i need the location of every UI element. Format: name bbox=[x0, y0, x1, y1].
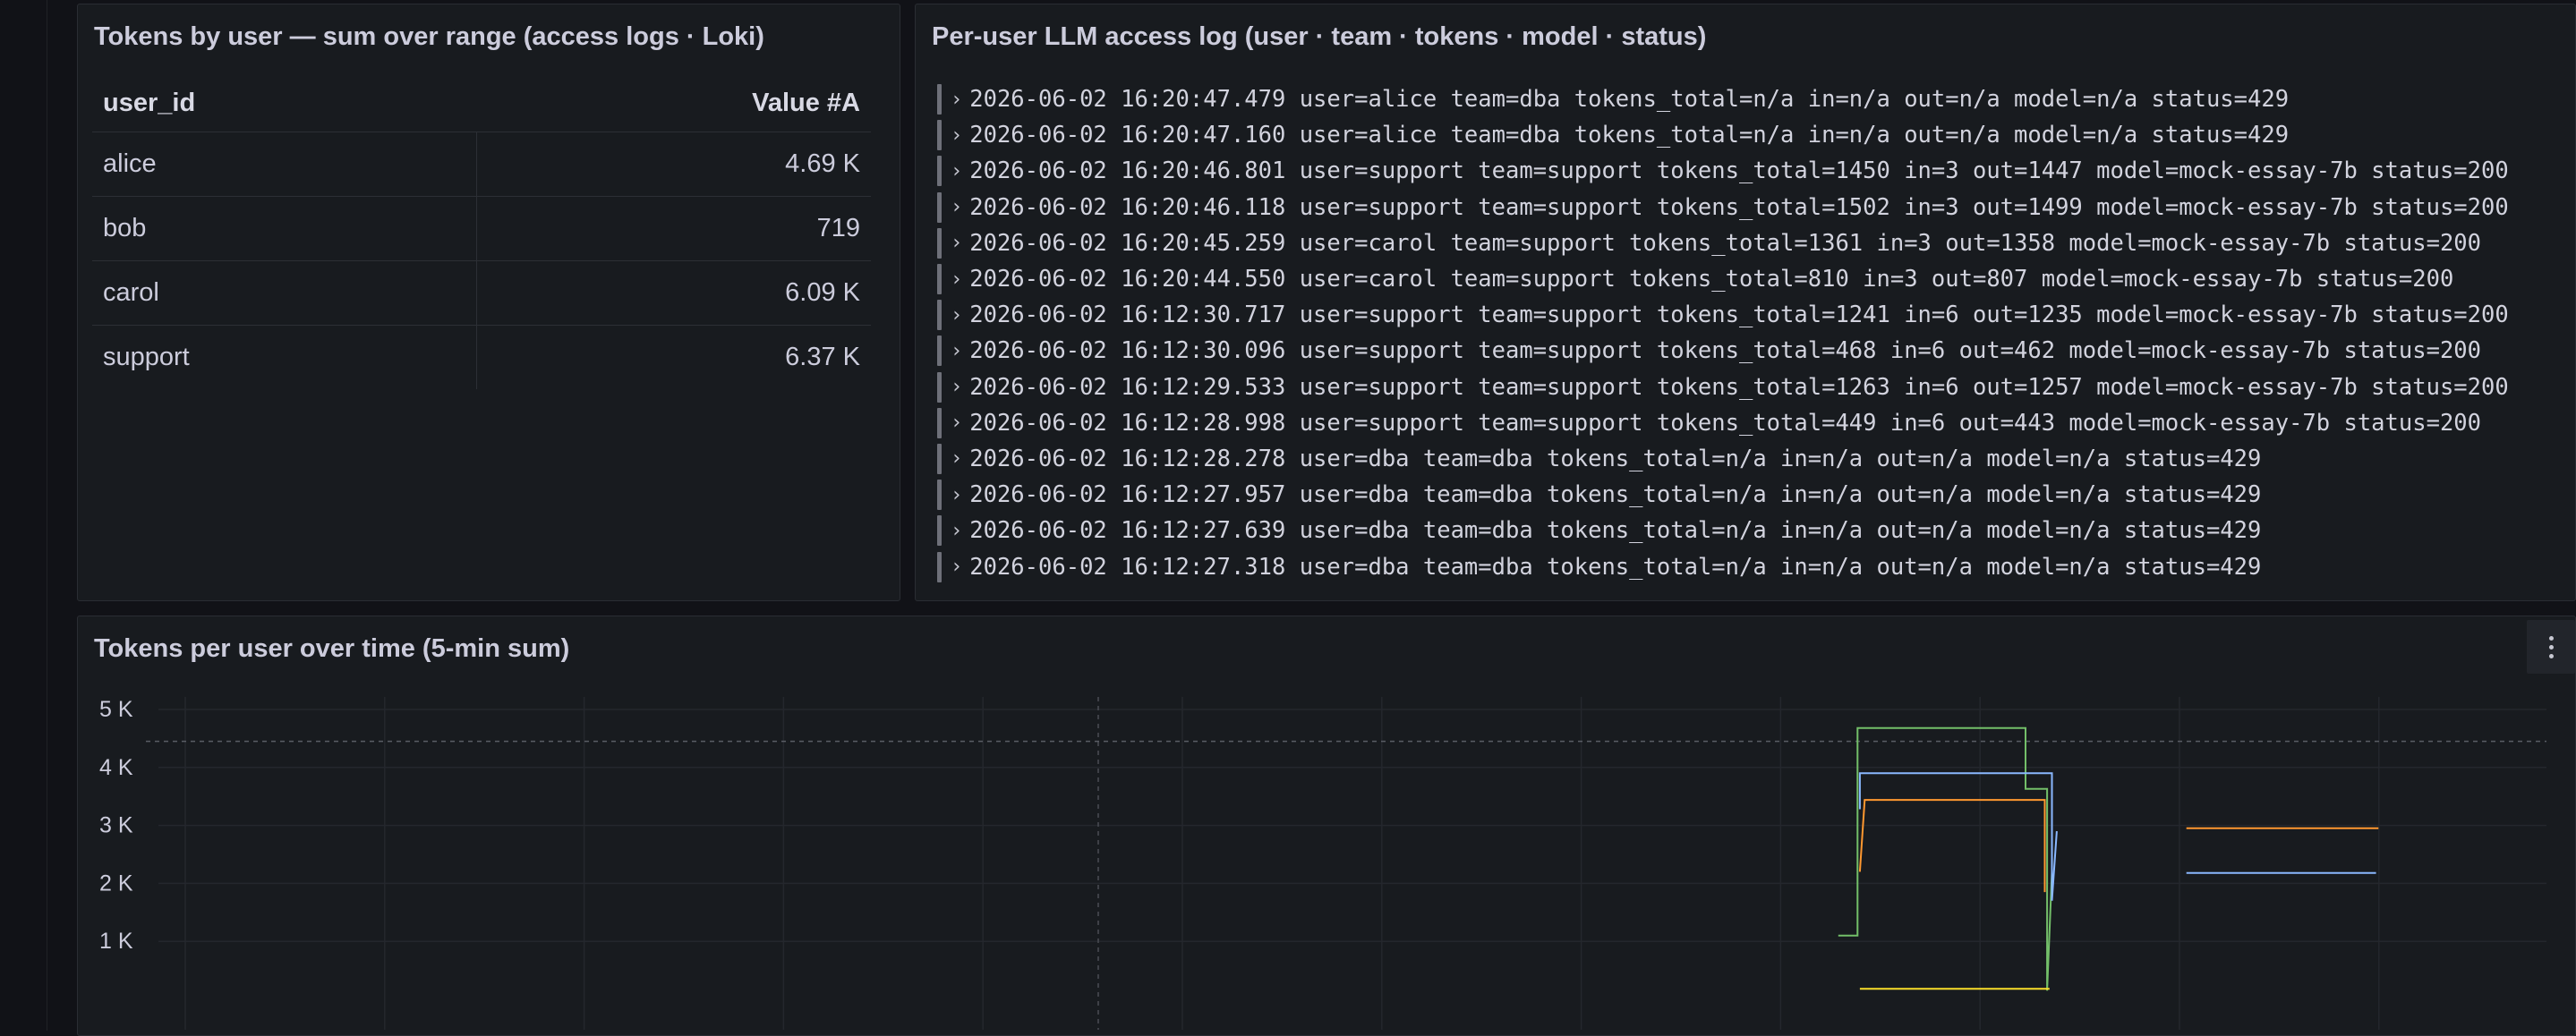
log-line[interactable]: › 2026-06-02 16:20:46.118 user=support te… bbox=[937, 190, 2509, 225]
table-row: bob 719 bbox=[92, 197, 871, 261]
table-row: carol 6.09 K bbox=[92, 261, 871, 326]
log-level-bar bbox=[937, 264, 942, 295]
time-series-chart[interactable]: 5 K 4 K 3 K 2 K 1 K bbox=[78, 616, 2575, 1030]
log-line[interactable]: › 2026-06-02 16:12:27.957 user=dba team=d… bbox=[937, 477, 2509, 513]
log-line-text: 2026-06-02 16:20:47.160 user=alice team=… bbox=[969, 122, 2290, 149]
log-line-text: 2026-06-02 16:12:30.096 user=support tea… bbox=[969, 337, 2482, 365]
column-header-user-id[interactable]: user_id bbox=[92, 89, 488, 118]
cell-value: 6.09 K bbox=[785, 278, 860, 307]
log-level-bar bbox=[937, 551, 942, 582]
log-line[interactable]: › 2026-06-02 16:20:44.550 user=carol team… bbox=[937, 261, 2509, 297]
log-line-text: 2026-06-02 16:12:30.717 user=support tea… bbox=[969, 301, 2509, 329]
cell-user: bob bbox=[92, 197, 477, 260]
log-line[interactable]: › 2026-06-02 16:12:27.639 user=dba team=d… bbox=[937, 513, 2509, 548]
log-level-bar bbox=[937, 300, 942, 331]
log-level-bar bbox=[937, 443, 942, 474]
access-log-panel: Per-user LLM access log (user · team · t… bbox=[915, 4, 2576, 601]
log-line[interactable]: › 2026-06-02 16:20:47.479 user=alice team… bbox=[937, 81, 2509, 117]
panel-title: Per-user LLM access log (user · team · t… bbox=[932, 22, 1707, 51]
cell-user: alice bbox=[92, 132, 477, 196]
log-line[interactable]: › 2026-06-02 16:12:28.278 user=dba team=d… bbox=[937, 441, 2509, 477]
log-line[interactable]: › 2026-06-02 16:12:30.717 user=support te… bbox=[937, 297, 2509, 333]
chevron-right-icon[interactable]: › bbox=[951, 89, 962, 111]
log-line-text: 2026-06-02 16:20:46.118 user=support tea… bbox=[969, 193, 2509, 221]
chevron-right-icon[interactable]: › bbox=[951, 447, 962, 470]
log-line-text: 2026-06-02 16:12:27.957 user=dba team=db… bbox=[969, 481, 2262, 509]
log-level-bar bbox=[937, 335, 942, 367]
chevron-right-icon[interactable]: › bbox=[951, 376, 962, 398]
log-level-bar bbox=[937, 371, 942, 403]
log-line[interactable]: › 2026-06-02 16:12:27.318 user=dba team=d… bbox=[937, 548, 2509, 584]
log-level-bar bbox=[937, 120, 942, 151]
log-level-bar bbox=[937, 84, 942, 115]
chevron-right-icon[interactable]: › bbox=[951, 412, 962, 434]
tokens-table: user_id Value #A alice 4.69 K bob 719 ca… bbox=[92, 74, 871, 389]
log-line[interactable]: › 2026-06-02 16:12:28.998 user=support te… bbox=[937, 405, 2509, 441]
log-line-text: 2026-06-02 16:12:29.533 user=support tea… bbox=[969, 373, 2509, 401]
chevron-right-icon[interactable]: › bbox=[951, 520, 962, 542]
log-list: › 2026-06-02 16:20:47.479 user=alice team… bbox=[937, 81, 2509, 585]
log-line-text: 2026-06-02 16:20:45.259 user=carol team=… bbox=[969, 229, 2482, 257]
cell-user: carol bbox=[92, 261, 477, 325]
log-level-bar bbox=[937, 480, 942, 511]
log-line[interactable]: › 2026-06-02 16:20:45.259 user=carol team… bbox=[937, 225, 2509, 261]
chevron-right-icon[interactable]: › bbox=[951, 196, 962, 218]
log-line-text: 2026-06-02 16:12:28.278 user=dba team=db… bbox=[969, 445, 2262, 472]
panel-title: Tokens by user — sum over range (access … bbox=[94, 22, 764, 51]
left-rail bbox=[0, 0, 47, 1031]
log-line-text: 2026-06-02 16:20:46.801 user=support tea… bbox=[969, 157, 2509, 185]
series-line-2 bbox=[1858, 799, 2046, 893]
cell-value: 719 bbox=[816, 214, 860, 242]
cell-value: 4.69 K bbox=[785, 149, 860, 178]
chevron-right-icon[interactable]: › bbox=[951, 268, 962, 291]
cell-value: 6.37 K bbox=[785, 343, 860, 371]
y-tick-label: 1 K bbox=[99, 929, 133, 954]
column-header-value[interactable]: Value #A bbox=[488, 89, 871, 118]
log-line-text: 2026-06-02 16:20:47.479 user=alice team=… bbox=[969, 86, 2290, 114]
chevron-right-icon[interactable]: › bbox=[951, 304, 962, 327]
chevron-right-icon[interactable]: › bbox=[951, 340, 962, 362]
series-line-1 bbox=[1858, 772, 2058, 901]
chevron-right-icon[interactable]: › bbox=[951, 484, 962, 506]
y-tick-label: 3 K bbox=[99, 813, 133, 838]
table-header: user_id Value #A bbox=[92, 74, 871, 132]
table-row: alice 4.69 K bbox=[92, 132, 871, 197]
tokens-over-time-panel: Tokens per user over time (5-min sum) 5 … bbox=[77, 616, 2576, 1036]
log-line[interactable]: › 2026-06-02 16:20:46.801 user=support te… bbox=[937, 153, 2509, 189]
cell-user: support bbox=[92, 326, 477, 389]
log-line[interactable]: › 2026-06-02 16:12:30.096 user=support te… bbox=[937, 333, 2509, 369]
log-line-text: 2026-06-02 16:12:27.318 user=dba team=db… bbox=[969, 553, 2262, 581]
log-line-text: 2026-06-02 16:12:27.639 user=dba team=db… bbox=[969, 517, 2262, 545]
log-line[interactable]: › 2026-06-02 16:20:47.160 user=alice team… bbox=[937, 117, 2509, 153]
y-tick-label: 2 K bbox=[99, 870, 133, 896]
chevron-right-icon[interactable]: › bbox=[951, 556, 962, 578]
log-level-bar bbox=[937, 515, 942, 547]
chevron-right-icon[interactable]: › bbox=[951, 160, 962, 183]
y-tick-label: 4 K bbox=[99, 755, 133, 780]
log-level-bar bbox=[937, 227, 942, 259]
log-level-bar bbox=[937, 156, 942, 187]
table-row: support 6.37 K bbox=[92, 326, 871, 389]
log-line-text: 2026-06-02 16:20:44.550 user=carol team=… bbox=[969, 266, 2454, 293]
log-level-bar bbox=[937, 407, 942, 438]
tokens-by-user-panel: Tokens by user — sum over range (access … bbox=[77, 4, 900, 601]
chevron-right-icon[interactable]: › bbox=[951, 124, 962, 147]
log-line-text: 2026-06-02 16:12:28.998 user=support tea… bbox=[969, 409, 2482, 437]
chevron-right-icon[interactable]: › bbox=[951, 232, 962, 254]
log-line[interactable]: › 2026-06-02 16:12:29.533 user=support te… bbox=[937, 369, 2509, 405]
log-level-bar bbox=[937, 191, 942, 223]
y-tick-label: 5 K bbox=[99, 697, 133, 722]
